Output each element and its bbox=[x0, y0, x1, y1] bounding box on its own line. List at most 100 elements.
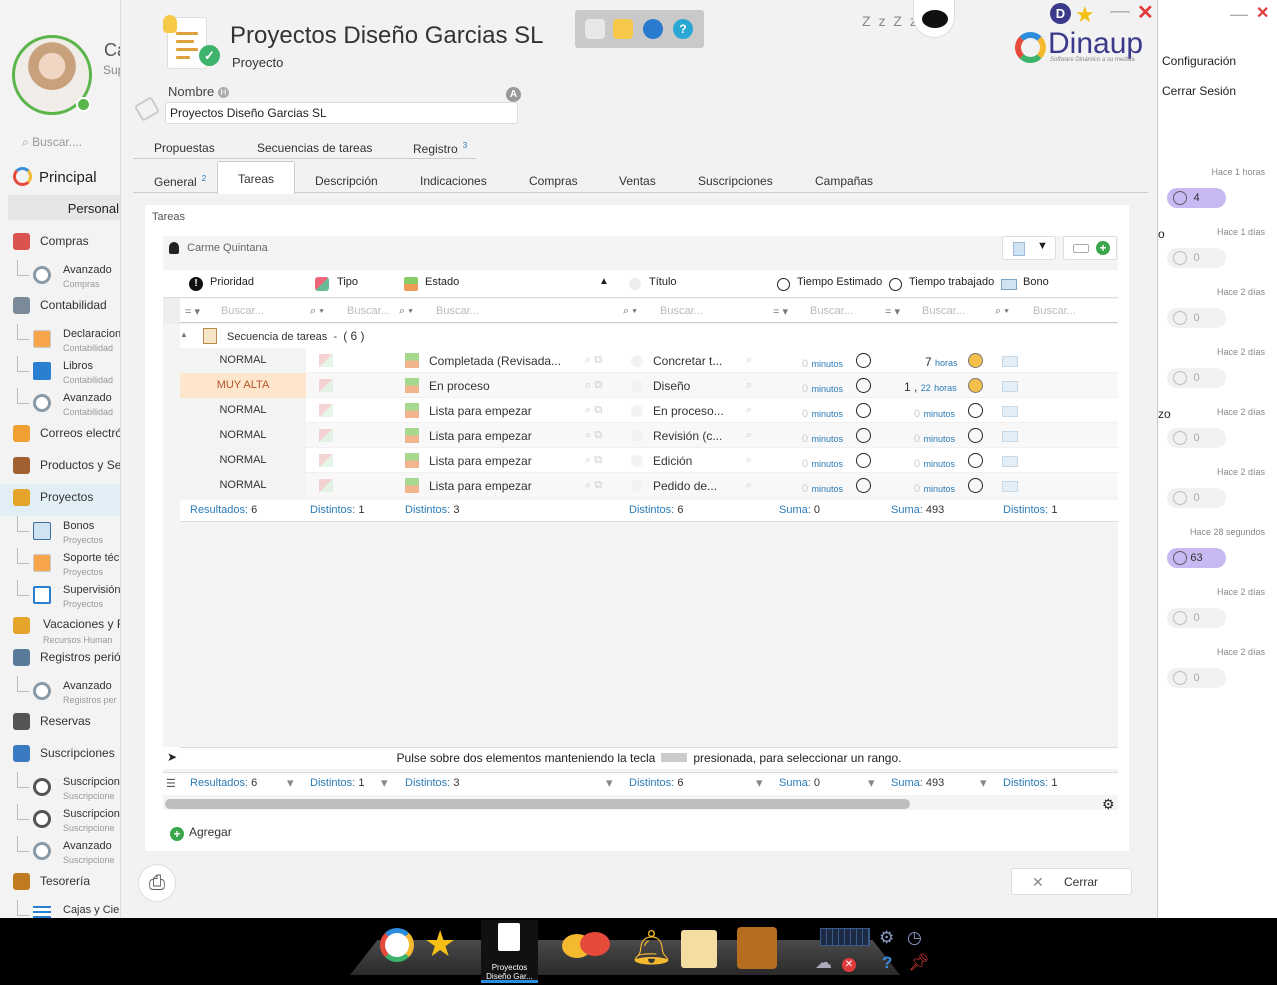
table-row[interactable]: MUY ALTA En proceso ⌕ ⧉ Diseño ⌕ 0 minutos 1 ,… bbox=[180, 373, 1118, 398]
favorites-star-icon[interactable]: ★ bbox=[1075, 2, 1095, 28]
filter-operator-icon[interactable]: ⌕ ▾ bbox=[995, 305, 1009, 318]
notification-count-pill[interactable]: 0 bbox=[1167, 488, 1226, 508]
cloud-icon[interactable]: ☁ bbox=[815, 953, 832, 973]
notification-item[interactable]: Hace 2 días 0 bbox=[1160, 343, 1277, 403]
wallet-icon[interactable] bbox=[737, 927, 777, 969]
bono-icon[interactable] bbox=[1002, 481, 1018, 492]
add-label-button[interactable]: + bbox=[1063, 236, 1117, 260]
sidebar-item-bonos[interactable]: Bonos Proyectos bbox=[0, 516, 120, 548]
notification-item[interactable]: Hace 1 horas 4 bbox=[1160, 163, 1277, 223]
estimated-status-icon[interactable] bbox=[856, 353, 871, 368]
summary-dropdown-icon[interactable]: ▾ bbox=[287, 775, 294, 791]
notification-count-pill[interactable]: 4 bbox=[1167, 188, 1226, 208]
row-link-icon[interactable]: ⌕ bbox=[746, 479, 752, 492]
row-link-icons[interactable]: ⌕ ⧉ bbox=[585, 379, 602, 392]
notification-count-pill[interactable]: 0 bbox=[1167, 428, 1226, 448]
estado-cell[interactable]: Lista para empezar bbox=[429, 429, 564, 443]
list-icon[interactable] bbox=[585, 19, 605, 39]
notification-item[interactable]: Hace 2 días 0 bbox=[1160, 463, 1277, 523]
add-task-button[interactable]: + Agregar bbox=[170, 825, 232, 841]
col-tiempo-trabajado[interactable]: Tiempo trabajado bbox=[909, 276, 994, 288]
sidebar-item-compras[interactable]: Compras bbox=[0, 228, 120, 260]
minimize-icon[interactable]: — bbox=[1230, 4, 1248, 25]
row-link-icon[interactable]: ⌕ bbox=[746, 354, 752, 367]
summary-dropdown-icon[interactable]: ▾ bbox=[980, 775, 987, 791]
notification-item[interactable]: Hace 2 días 0 bbox=[1160, 583, 1277, 643]
filter-search-6[interactable]: Buscar... bbox=[1033, 305, 1076, 317]
summary-dropdown-icon[interactable]: ▾ bbox=[756, 775, 763, 791]
sidebar-search[interactable]: ⌕ Buscar.... bbox=[22, 135, 82, 150]
sidebar-item-avanzado[interactable]: Avanzado Contabilidad bbox=[0, 388, 120, 420]
estimated-status-icon[interactable] bbox=[856, 378, 871, 393]
filter-search-1[interactable]: Buscar... bbox=[347, 305, 390, 317]
filter-operator-icon[interactable]: ⌕ ▾ bbox=[310, 305, 324, 318]
row-link-icons[interactable]: ⌕ ⧉ bbox=[585, 429, 602, 442]
titulo-cell[interactable]: Revisión (c... bbox=[653, 429, 723, 443]
export-dropdown-button[interactable]: ▼ bbox=[1002, 236, 1056, 260]
bell-icon[interactable]: 🔔︎ bbox=[630, 928, 673, 968]
settings-gear-icon[interactable]: ⚙ bbox=[879, 928, 894, 948]
row-link-icon[interactable]: ⌕ bbox=[746, 404, 752, 417]
notification-item[interactable]: Hace 1 días o 0 bbox=[1158, 223, 1277, 283]
sidebar-item-suscripcion[interactable]: Suscripcion Suscripcione bbox=[0, 772, 120, 804]
titulo-cell[interactable]: Concretar t... bbox=[653, 354, 723, 368]
tab-secuencias-de-tareas[interactable]: Secuencias de tareas bbox=[257, 141, 372, 155]
filter-search-2[interactable]: Buscar... bbox=[436, 305, 479, 317]
list-menu-icon[interactable]: ☰ bbox=[166, 777, 176, 790]
titulo-cell[interactable]: Edición bbox=[653, 454, 723, 468]
chat-icon[interactable] bbox=[643, 19, 663, 39]
filter-operator-icon[interactable]: = ▾ bbox=[773, 305, 788, 318]
estado-cell[interactable]: Completada (Revisada... bbox=[429, 354, 564, 368]
sidebar-item-contabilidad[interactable]: Contabilidad bbox=[0, 292, 120, 324]
tab-suscripciones[interactable]: Suscripciones bbox=[698, 174, 773, 188]
help-icon[interactable]: ? bbox=[673, 19, 693, 39]
row-link-icons[interactable]: ⌕ ⧉ bbox=[585, 354, 602, 367]
group-toggle-icon[interactable]: ▲ bbox=[180, 330, 188, 339]
filter-operator-icon[interactable]: ⌕ ▾ bbox=[399, 305, 413, 318]
tab-descripci-n[interactable]: Descripción bbox=[315, 174, 378, 188]
sidebar-principal[interactable]: Principal bbox=[13, 167, 97, 186]
tab-general[interactable]: General 2 bbox=[154, 174, 206, 189]
estimated-status-icon[interactable] bbox=[856, 453, 871, 468]
tab-tareas[interactable]: Tareas bbox=[217, 161, 296, 194]
close-button[interactable]: ✕ Cerrar bbox=[1011, 868, 1132, 895]
help-icon[interactable]: ? bbox=[882, 953, 892, 973]
sidebar-item-soporte-t-c[interactable]: Soporte téc Proyectos bbox=[0, 548, 120, 580]
worked-status-icon[interactable] bbox=[968, 453, 983, 468]
row-link-icons[interactable]: ⌕ ⧉ bbox=[585, 454, 602, 467]
sidebar-item-reservas[interactable]: Reservas bbox=[0, 708, 120, 740]
tab-propuestas[interactable]: Propuestas bbox=[154, 141, 215, 155]
sidebar-item-libros[interactable]: Libros Contabilidad bbox=[0, 356, 120, 388]
sidebar-item-correos-electr-n[interactable]: Correos electrón bbox=[0, 420, 120, 452]
tab-indicaciones[interactable]: Indicaciones bbox=[420, 174, 487, 188]
table-row[interactable]: NORMAL Lista para empezar ⌕ ⧉ Revisión (c..… bbox=[180, 423, 1118, 448]
tab-ventas[interactable]: Ventas bbox=[619, 174, 656, 188]
estado-cell[interactable]: Lista para empezar bbox=[429, 454, 564, 468]
filter-search-0[interactable]: Buscar... bbox=[221, 305, 264, 317]
error-icon[interactable]: ✕ bbox=[842, 958, 856, 972]
titulo-cell[interactable]: Diseño bbox=[653, 379, 723, 393]
pin-icon[interactable]: 📌︎ bbox=[908, 953, 930, 973]
group-row[interactable]: ▲ Secuencia de tareas - ( 6 ) bbox=[180, 324, 1118, 348]
logout-link[interactable]: Cerrar Sesión bbox=[1162, 84, 1236, 98]
folder-icon[interactable] bbox=[613, 19, 633, 39]
worked-status-icon[interactable] bbox=[968, 403, 983, 418]
tab-compras[interactable]: Compras bbox=[529, 174, 578, 188]
sidebar-item-avanzado[interactable]: Avanzado Suscripcione bbox=[0, 836, 120, 868]
worked-status-icon[interactable] bbox=[968, 478, 983, 493]
summary-dropdown-icon[interactable]: ▾ bbox=[606, 775, 613, 791]
row-link-icons[interactable]: ⌕ ⧉ bbox=[585, 404, 602, 417]
tab-registro[interactable]: Registro 3 bbox=[413, 141, 467, 156]
sidebar-item-registros-peri-d[interactable]: Registros periód bbox=[0, 644, 120, 676]
filter-operator-icon[interactable]: = ▾ bbox=[185, 305, 200, 318]
table-row[interactable]: NORMAL Lista para empezar ⌕ ⧉ En proceso...… bbox=[180, 398, 1118, 423]
notification-count-pill[interactable]: 0 bbox=[1167, 248, 1226, 268]
user-badge[interactable]: D bbox=[1050, 3, 1071, 24]
config-link[interactable]: Configuración bbox=[1162, 54, 1236, 68]
bono-icon[interactable] bbox=[1002, 406, 1018, 417]
row-link-icon[interactable]: ⌕ bbox=[746, 379, 752, 392]
titulo-cell[interactable]: Pedido de... bbox=[653, 479, 723, 493]
table-row[interactable]: NORMAL Completada (Revisada... ⌕ ⧉ Concreta… bbox=[180, 348, 1118, 373]
estado-cell[interactable]: Lista para empezar bbox=[429, 479, 564, 493]
estado-cell[interactable]: Lista para empezar bbox=[429, 404, 564, 418]
